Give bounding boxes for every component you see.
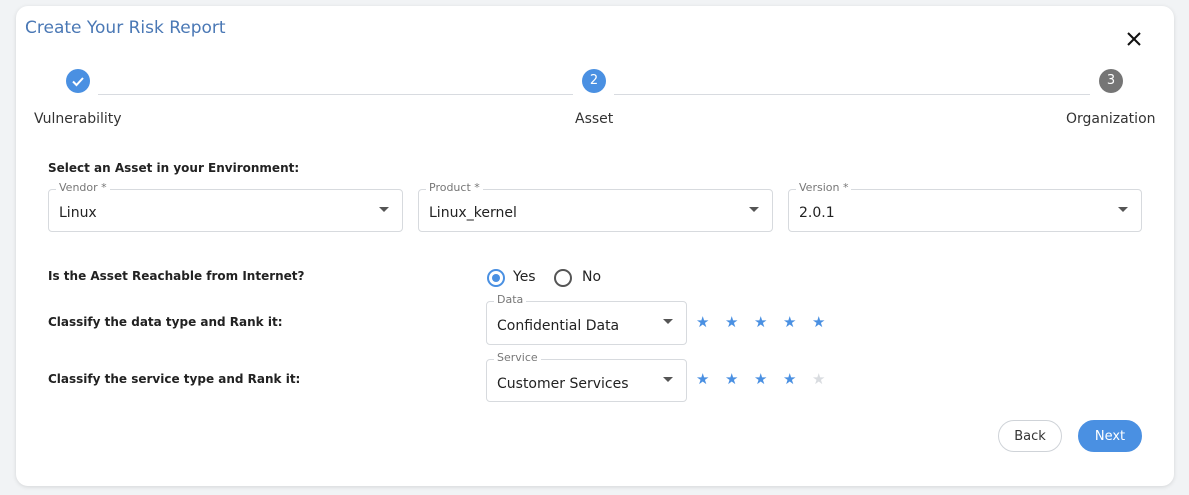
product-value: Linux_kernel bbox=[429, 205, 517, 221]
chevron-down-icon bbox=[663, 377, 673, 382]
step-label-asset: Asset bbox=[575, 111, 614, 127]
next-button[interactable]: Next bbox=[1078, 420, 1142, 452]
back-button[interactable]: Back bbox=[998, 420, 1062, 452]
reachable-yes-radio[interactable] bbox=[487, 269, 505, 287]
step-1-check-icon bbox=[66, 69, 90, 93]
data-type-label: Data bbox=[494, 293, 527, 306]
star-icon[interactable]: ★ bbox=[812, 315, 825, 330]
reachable-no-label[interactable]: No bbox=[582, 269, 601, 285]
chevron-down-icon bbox=[663, 319, 673, 324]
service-type-select[interactable]: Service Customer Services bbox=[486, 351, 687, 402]
step-2-circle: 2 bbox=[582, 69, 606, 93]
data-type-select[interactable]: Data Confidential Data bbox=[486, 293, 687, 345]
data-question: Classify the data type and Rank it: bbox=[48, 315, 283, 329]
star-icon[interactable]: ★ bbox=[696, 315, 709, 330]
close-icon[interactable] bbox=[1123, 28, 1145, 50]
step-3-circle: 3 bbox=[1099, 69, 1123, 93]
reachable-question: Is the Asset Reachable from Internet? bbox=[48, 269, 305, 283]
chevron-down-icon bbox=[749, 207, 759, 212]
risk-report-dialog: Create Your Risk Report 2 3 Vulnerabilit… bbox=[16, 6, 1174, 486]
product-label: Product * bbox=[426, 181, 483, 194]
service-type-value: Customer Services bbox=[497, 376, 629, 392]
step-label-organization: Organization bbox=[1066, 111, 1156, 127]
star-icon[interactable]: ★ bbox=[696, 372, 709, 387]
star-icon[interactable]: ★ bbox=[812, 372, 825, 387]
version-label: Version * bbox=[796, 181, 852, 194]
chevron-down-icon bbox=[379, 207, 389, 212]
vendor-value: Linux bbox=[59, 205, 97, 221]
step-label-vulnerability: Vulnerability bbox=[34, 111, 122, 127]
asset-heading: Select an Asset in your Environment: bbox=[48, 161, 300, 175]
version-select[interactable]: Version * 2.0.1 bbox=[788, 181, 1142, 232]
dialog-title: Create Your Risk Report bbox=[25, 18, 226, 38]
step-connector-2 bbox=[614, 94, 1090, 95]
star-icon[interactable]: ★ bbox=[783, 372, 796, 387]
star-icon[interactable]: ★ bbox=[725, 372, 738, 387]
service-type-label: Service bbox=[494, 351, 541, 364]
data-type-value: Confidential Data bbox=[497, 318, 620, 334]
chevron-down-icon bbox=[1118, 207, 1128, 212]
vendor-select[interactable]: Vendor * Linux bbox=[48, 181, 403, 232]
vendor-label: Vendor * bbox=[56, 181, 110, 194]
star-icon[interactable]: ★ bbox=[783, 315, 796, 330]
step-connector-1 bbox=[98, 94, 573, 95]
star-icon[interactable]: ★ bbox=[754, 315, 767, 330]
service-question: Classify the service type and Rank it: bbox=[48, 372, 301, 386]
version-value: 2.0.1 bbox=[799, 205, 835, 221]
product-select[interactable]: Product * Linux_kernel bbox=[418, 181, 773, 232]
reachable-yes-label[interactable]: Yes bbox=[513, 269, 536, 285]
star-icon[interactable]: ★ bbox=[754, 372, 767, 387]
reachable-no-radio[interactable] bbox=[554, 269, 572, 287]
star-icon[interactable]: ★ bbox=[725, 315, 738, 330]
